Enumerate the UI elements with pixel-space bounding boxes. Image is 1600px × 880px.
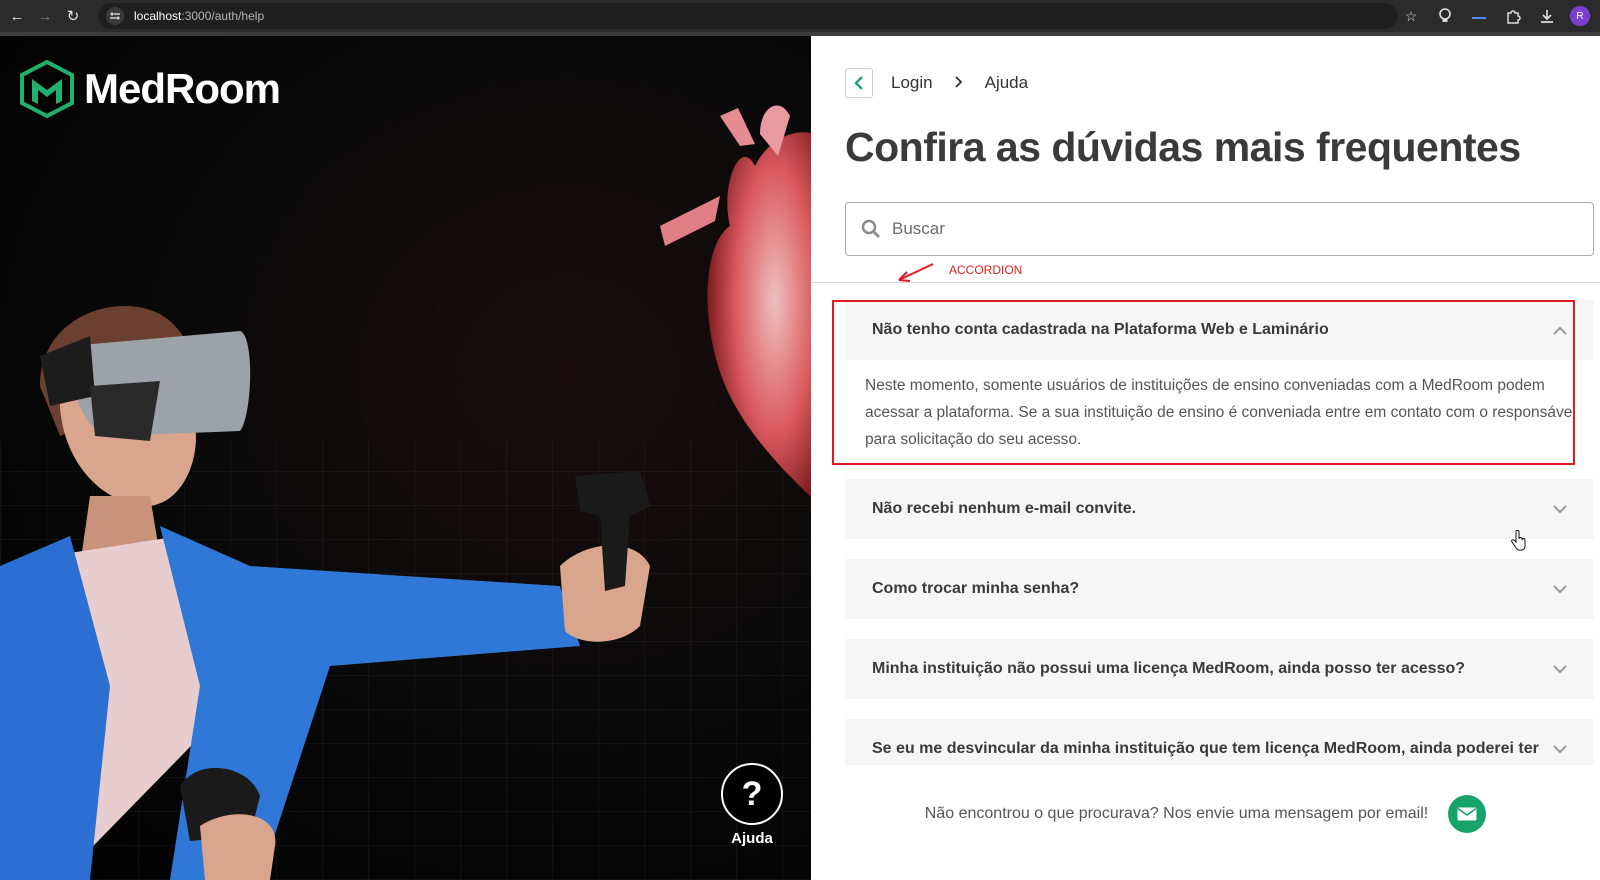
faq-item: Não recebi nenhum e-mail convite. xyxy=(845,479,1594,539)
forward-arrow-icon[interactable]: → xyxy=(34,5,56,27)
brand-logo: MedRoom xyxy=(18,60,281,118)
faq-item: Como trocar minha senha? xyxy=(845,559,1594,619)
extensions-puzzle-icon[interactable] xyxy=(1502,5,1524,27)
faq-item-header[interactable]: Como trocar minha senha? xyxy=(845,559,1594,619)
search-box[interactable] xyxy=(845,202,1594,256)
faq-item-header[interactable]: Não recebi nenhum e-mail convite. xyxy=(845,479,1594,539)
faq-item-header[interactable]: Se eu me desvincular da minha instituiçã… xyxy=(845,719,1594,765)
vr-user-illustration xyxy=(0,306,650,880)
url-path: :3000/auth/help xyxy=(181,9,265,23)
annotation-label: ACCORDION xyxy=(949,263,1023,277)
loading-indicator-icon xyxy=(1468,5,1490,27)
profile-avatar[interactable]: R xyxy=(1570,6,1590,26)
faq-item-header[interactable]: Minha instituição não possui uma licença… xyxy=(845,639,1594,699)
faq-item-header[interactable]: Não tenho conta cadastrada na Plataforma… xyxy=(845,300,1594,360)
site-settings-icon[interactable] xyxy=(106,7,124,25)
contact-footer: Não encontrou o que procurava? Nos envie… xyxy=(811,794,1600,834)
address-bar[interactable]: localhost:3000/auth/help xyxy=(98,3,1398,29)
url-host: localhost xyxy=(134,9,182,23)
hero-panel: MedRoom ? Ajuda xyxy=(0,36,811,880)
search-input[interactable] xyxy=(892,219,1572,239)
breadcrumb-login-link[interactable]: Login xyxy=(891,73,933,93)
faq-item: Minha instituição não possui uma licença… xyxy=(845,639,1594,699)
faq-question: Não tenho conta cadastrada na Plataforma… xyxy=(872,321,1329,338)
faq-question: Como trocar minha senha? xyxy=(872,580,1080,597)
breadcrumb: Login Ajuda xyxy=(845,68,1028,98)
envelope-icon xyxy=(1457,807,1477,821)
annotation-arrow-icon xyxy=(898,263,934,282)
chevron-left-icon xyxy=(854,76,863,90)
download-icon[interactable] xyxy=(1536,5,1558,27)
help-panel: Login Ajuda Confira as dúvidas mais freq… xyxy=(811,36,1600,880)
bookmark-star-icon[interactable]: ☆ xyxy=(1400,5,1422,27)
chevron-down-icon xyxy=(1552,741,1568,757)
chevron-right-icon xyxy=(954,75,963,92)
faq-item: Se eu me desvincular da minha instituiçã… xyxy=(845,719,1594,765)
chevron-down-icon xyxy=(1552,661,1568,677)
back-arrow-icon[interactable]: ← xyxy=(6,5,28,27)
send-email-button[interactable] xyxy=(1448,795,1487,833)
browser-toolbar: ← → ↻ localhost:3000/auth/help ☆ R xyxy=(0,0,1600,32)
faq-item: Não tenho conta cadastrada na Plataforma… xyxy=(845,300,1594,459)
extension-bulb-icon[interactable] xyxy=(1434,5,1456,27)
heart-illustration xyxy=(660,105,811,498)
faq-question: Minha instituição não possui uma licença… xyxy=(872,660,1466,677)
url-text: localhost:3000/auth/help xyxy=(134,9,264,23)
brand-name: MedRoom xyxy=(84,65,281,112)
mouse-pointer-hand-icon xyxy=(1511,530,1526,551)
back-button[interactable] xyxy=(845,68,873,98)
medroom-logo-icon xyxy=(20,60,74,118)
contact-prompt: Não encontrou o que procurava? Nos envie… xyxy=(924,805,1429,822)
help-button-label: Ajuda xyxy=(731,830,773,847)
search-icon xyxy=(861,219,880,238)
faq-answer: Neste momento, somente usuários de insti… xyxy=(845,360,1594,459)
chevron-down-icon xyxy=(1552,581,1568,597)
faq-accordion: Não tenho conta cadastrada na Plataforma… xyxy=(845,300,1594,765)
faq-question: Não recebi nenhum e-mail convite. xyxy=(872,500,1137,517)
chevron-up-icon xyxy=(1552,322,1568,338)
faq-question: Se eu me desvincular da minha instituiçã… xyxy=(872,740,1539,757)
reload-icon[interactable]: ↻ xyxy=(62,5,84,27)
help-button[interactable]: ? xyxy=(721,763,783,825)
page-title: Confira as dúvidas mais frequentes xyxy=(845,124,1521,170)
breadcrumb-current: Ajuda xyxy=(984,73,1029,92)
chevron-down-icon xyxy=(1552,501,1568,517)
